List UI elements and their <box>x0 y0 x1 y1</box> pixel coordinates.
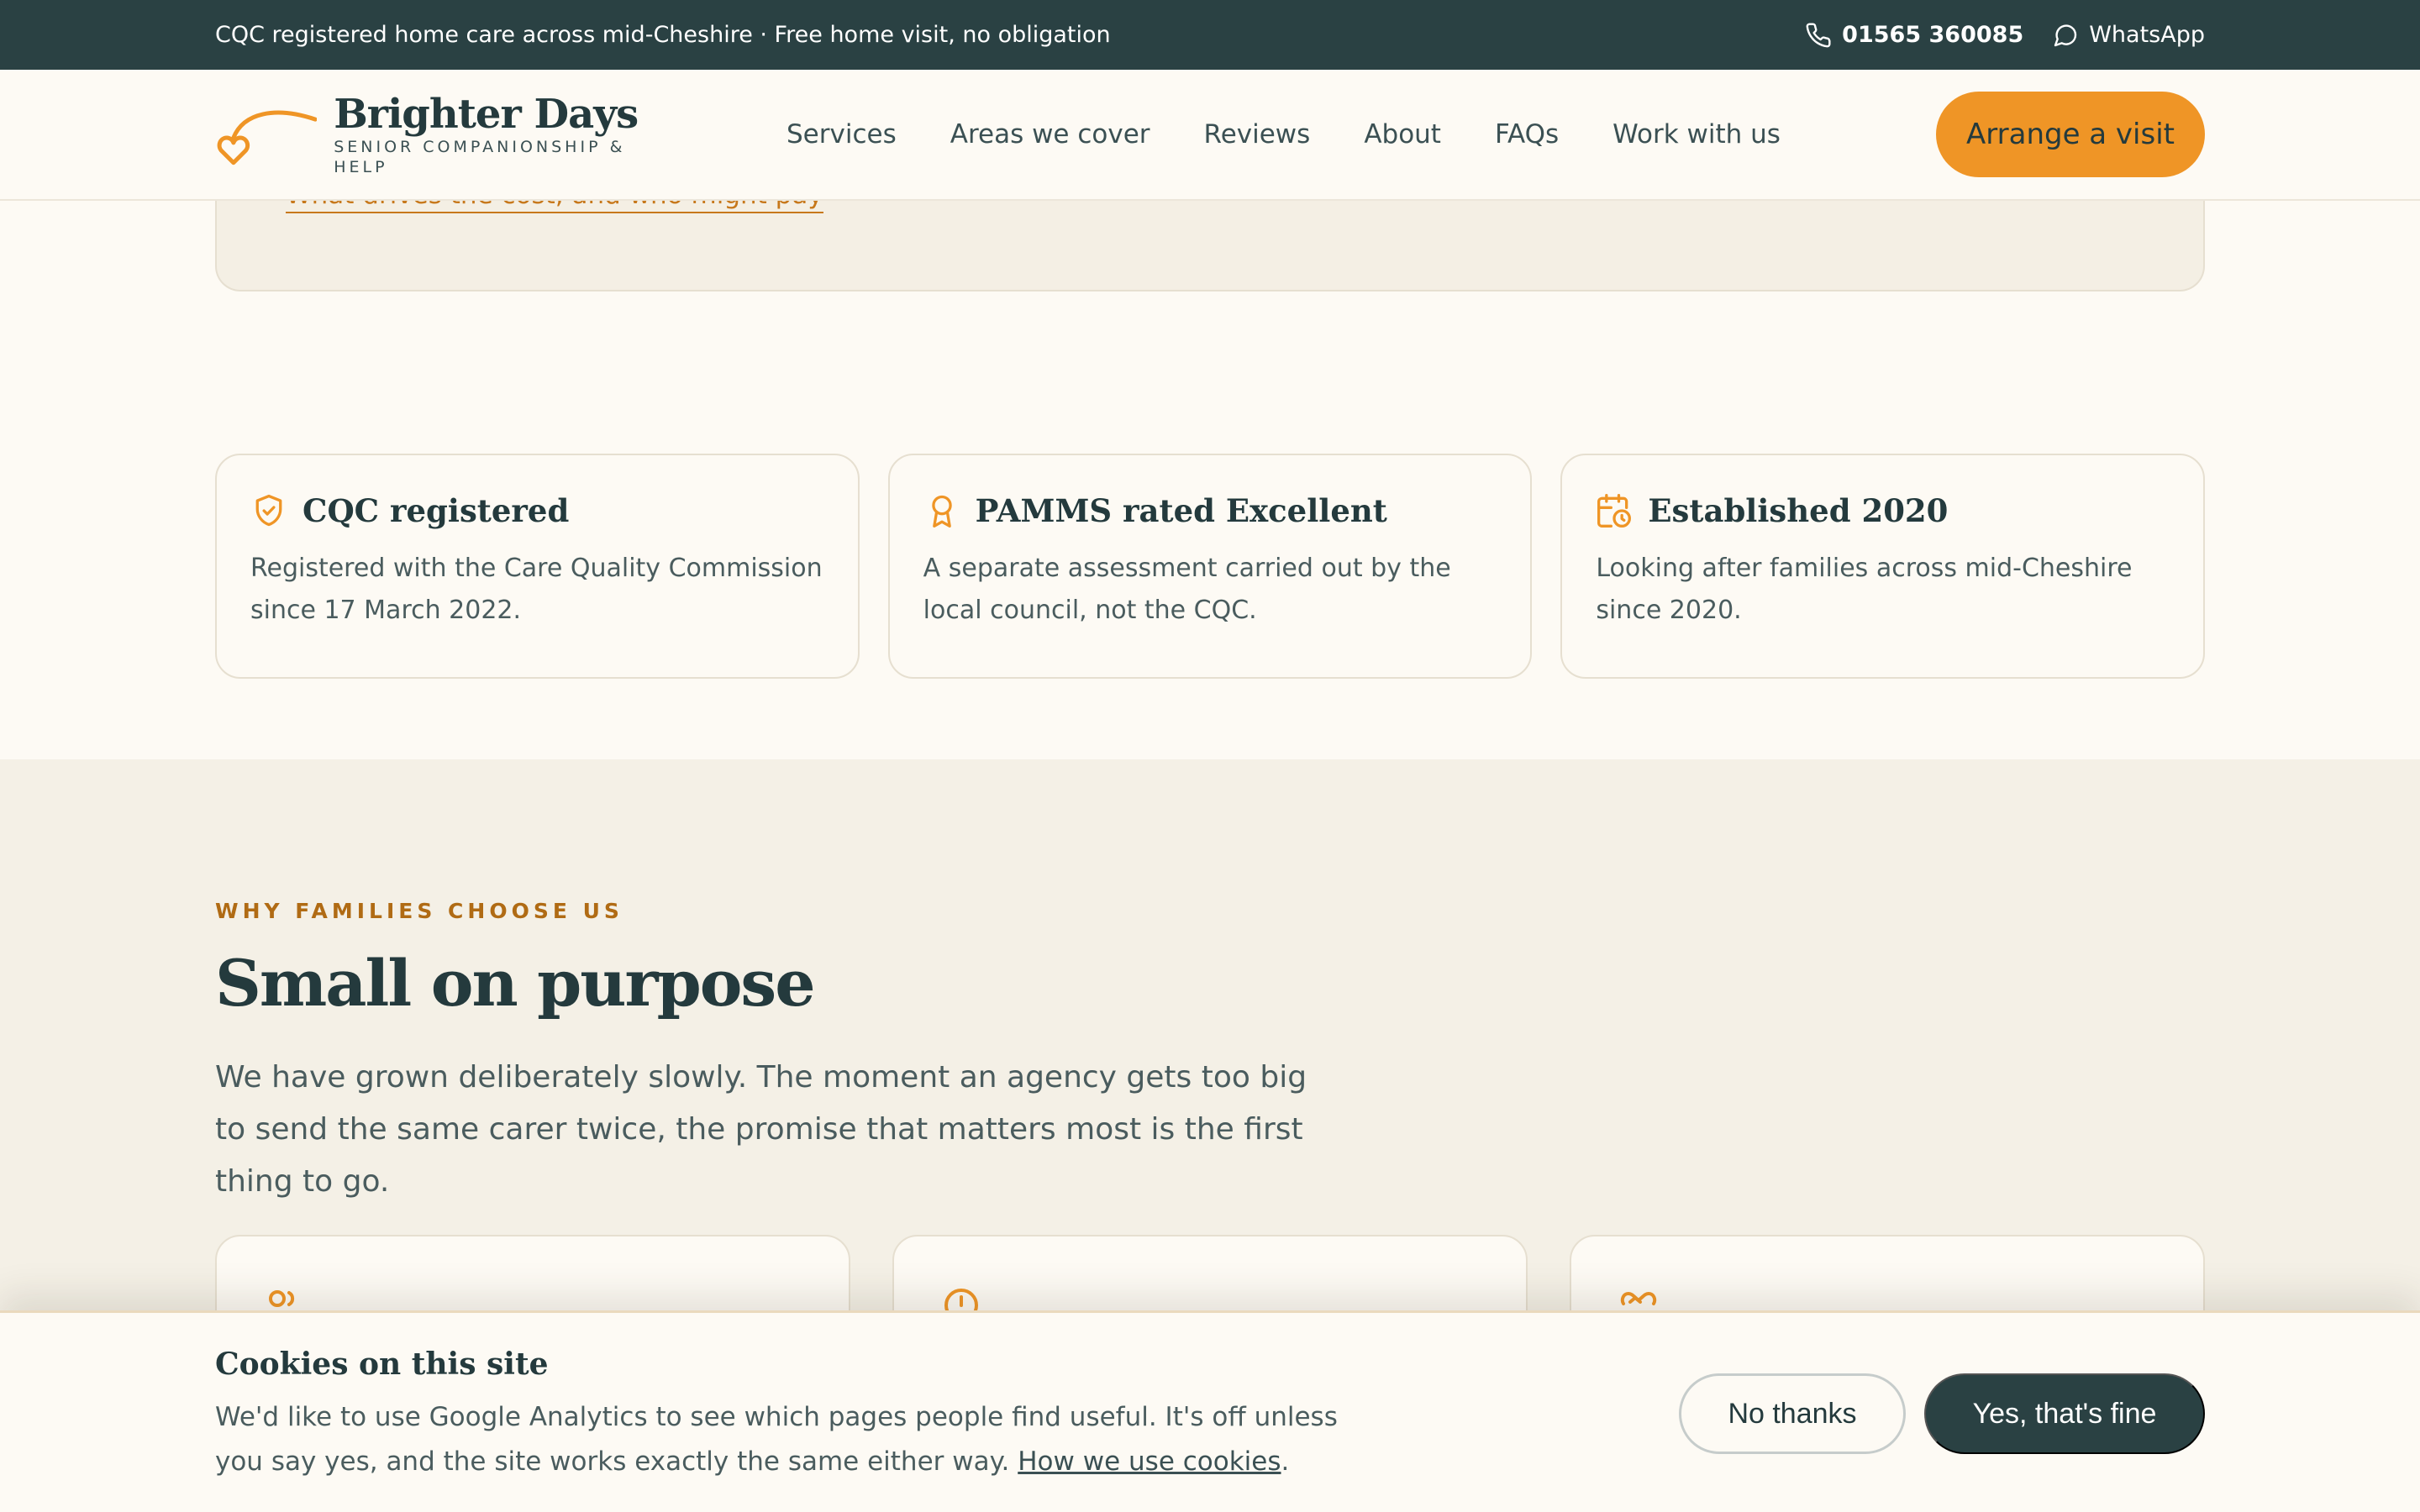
phone-icon <box>1806 22 1831 47</box>
trust-card-body: A separate assessment carried out by the… <box>923 554 1451 625</box>
brand-tagline: SENIOR COMPANIONSHIP & HELP <box>334 138 626 176</box>
cookie-policy-link[interactable]: How we use cookies <box>1018 1446 1281 1477</box>
top-bar: CQC registered home care across mid-Ches… <box>0 0 2420 70</box>
trust-card-pamms: PAMMS rated Excellent A separate assessm… <box>887 454 1533 679</box>
nav-reviews[interactable]: Reviews <box>1204 119 1311 150</box>
phone-link[interactable]: 01565 360085 <box>1805 22 2023 49</box>
decline-cookies-button[interactable]: No thanks <box>1679 1373 1906 1454</box>
cookie-text-end: . <box>1281 1446 1290 1477</box>
nav-faqs[interactable]: FAQs <box>1495 119 1559 150</box>
cookie-text: We'd like to use Google Analytics to see… <box>215 1395 1358 1484</box>
trust-card-body: Registered with the Care Quality Commiss… <box>250 554 823 625</box>
heart-sun-logo-icon <box>217 110 318 165</box>
section-eyebrow: WHY FAMILIES CHOOSE US <box>215 899 623 923</box>
section-lead: We have grown deliberately slowly. The m… <box>215 1060 1307 1199</box>
section-title: Small on purpose <box>215 946 816 1021</box>
trust-card-established: Established 2020 Looking after families … <box>1560 454 2206 679</box>
cookie-banner: Cookies on this site We'd like to use Go… <box>0 1310 2420 1512</box>
accept-cookies-button[interactable]: Yes, that's fine <box>1924 1373 2205 1454</box>
top-bar-tagline: CQC registered home care across mid-Ches… <box>215 22 1111 48</box>
trust-card-title: PAMMS rated Excellent <box>975 492 1387 529</box>
shield-check-icon <box>255 494 282 527</box>
cookie-actions: No thanks Yes, that's fine <box>1679 1373 2205 1454</box>
trust-card-cqc: CQC registered Registered with the Care … <box>215 454 860 679</box>
nav-about[interactable]: About <box>1364 119 1441 150</box>
calendar-clock-icon <box>1597 494 1632 528</box>
main-nav: Services Areas we cover Reviews About FA… <box>786 119 1781 150</box>
trust-card-title: Established 2020 <box>1648 492 1949 529</box>
logo[interactable]: Brighter Days SENIOR COMPANIONSHIP & HEL… <box>215 92 686 177</box>
nav-areas[interactable]: Areas we cover <box>950 119 1150 150</box>
whatsapp-link[interactable]: WhatsApp <box>2052 22 2205 49</box>
site-header: Brighter Days SENIOR COMPANIONSHIP & HEL… <box>0 70 2420 201</box>
nav-work-with-us[interactable]: Work with us <box>1612 119 1781 150</box>
trust-card-body: Looking after families across mid-Cheshi… <box>1596 554 2133 625</box>
award-ribbon-icon <box>931 495 952 528</box>
whatsapp-label: WhatsApp <box>2089 22 2205 48</box>
top-bar-contacts: 01565 360085 WhatsApp <box>1805 22 2205 49</box>
nav-services[interactable]: Services <box>786 119 897 150</box>
chat-bubble-icon <box>2054 24 2077 46</box>
phone-number: 01565 360085 <box>1842 22 2024 48</box>
brand-name: Brighter Days <box>334 91 639 138</box>
trust-card-title: CQC registered <box>302 492 570 529</box>
trust-cards: CQC registered Registered with the Care … <box>215 454 2206 679</box>
cookie-title: Cookies on this site <box>215 1347 549 1382</box>
arrange-visit-button[interactable]: Arrange a visit <box>1936 92 2205 177</box>
